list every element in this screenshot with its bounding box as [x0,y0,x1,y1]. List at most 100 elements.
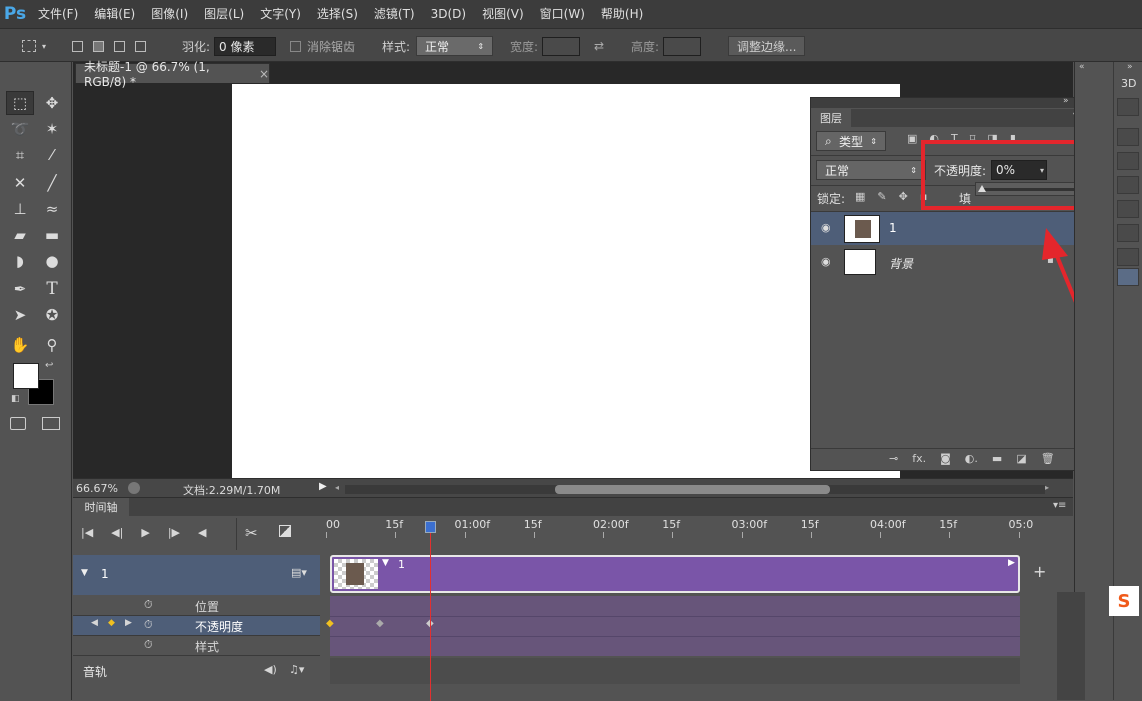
timeline-menu-icon[interactable]: ▾≡ [1053,500,1066,511]
expand-track-icon[interactable]: ▼ [81,568,88,578]
menu-window[interactable]: 窗口(W) [532,0,593,28]
subtract-selection-icon[interactable] [114,40,125,52]
type-icon[interactable]: T [38,277,66,301]
swap-colors-icon[interactable]: ↩ [45,360,53,371]
menu-file[interactable]: 文件(F) [30,0,86,28]
marquee-preset-button[interactable]: ▾ [22,29,46,63]
audio-lane[interactable] [330,658,1020,684]
dock-panel-icon[interactable] [1117,200,1139,218]
prev-frame-icon[interactable]: ◀| [111,526,123,539]
menu-3d[interactable]: 3D(D) [423,0,474,28]
menu-edit[interactable]: 编辑(E) [86,0,143,28]
menu-select[interactable]: 选择(S) [309,0,366,28]
swap-icon[interactable]: ⇄ [594,39,604,53]
property-row[interactable]: ◀ ◆ ▶ ⏱ 不透明度 [73,616,320,636]
next-keyframe-icon[interactable]: ▶ [125,618,132,628]
collapse-icon[interactable]: » [1063,96,1069,106]
blur-icon[interactable]: ◗ [6,249,34,273]
keyframe-marker[interactable]: ◆ [376,618,384,629]
dock-panel-icon[interactable] [1117,268,1139,286]
style-select[interactable]: 正常 ⇕ [416,36,494,56]
hscroll-right-icon[interactable]: ▸ [1045,483,1049,492]
split-clip-icon[interactable]: ✂ [245,524,258,542]
lasso-icon[interactable]: ➰ [6,117,34,141]
horizontal-scroll-thumb[interactable] [555,485,830,494]
clone-stamp-icon[interactable]: ⊥ [6,197,34,221]
status-info-icon[interactable] [128,482,140,494]
menu-view[interactable]: 视图(V) [474,0,532,28]
add-mask-icon[interactable]: ◙ [940,452,951,465]
add-selection-icon[interactable] [93,40,104,52]
healing-brush-icon[interactable]: ✕ [6,171,34,195]
menu-help[interactable]: 帮助(H) [593,0,651,28]
eyedropper-icon[interactable]: ⁄ [38,143,66,167]
dock-expand-icon[interactable]: « [1079,62,1085,72]
visibility-eye-icon[interactable]: ◉ [821,221,831,234]
layer-filter-select[interactable]: ⌕ 类型 ⇕ [816,131,886,151]
playhead-handle[interactable] [425,521,436,533]
next-frame-icon[interactable]: |▶ [168,526,180,539]
lock-transparent-icon[interactable]: ▦ [855,190,865,203]
menu-type[interactable]: 文字(Y) [252,0,309,28]
play-icon[interactable]: ▶ [141,526,149,539]
rect-marquee-icon[interactable]: ⬚ [6,91,34,115]
history-brush-icon[interactable]: ≈ [38,197,66,221]
hand-icon[interactable]: ✋ [6,333,34,357]
dock-panel-icon[interactable] [1117,224,1139,242]
feather-input[interactable]: 0 像素 [214,36,277,56]
document-tab[interactable]: 未标题-1 @ 66.7% (1, RGB/8) * × [75,60,270,89]
visibility-eye-icon[interactable]: ◉ [821,255,831,268]
timeline-tab[interactable]: 时间轴 [73,498,129,516]
zoom-icon[interactable]: ⚲ [38,333,66,357]
new-selection-icon[interactable] [72,40,83,52]
antialias-checkbox[interactable] [290,40,301,52]
status-menu-arrow-icon[interactable]: ▶ [319,481,327,492]
brush-icon[interactable]: ╱ [38,171,66,195]
layers-tab[interactable]: 图层 [811,109,851,127]
property-row[interactable]: ⏱ 位置 [73,596,320,616]
property-row[interactable]: ⏱ 样式 [73,636,320,656]
film-icon[interactable]: ▤▾ [291,566,307,579]
blend-mode-select[interactable]: 正常 ⇕ [816,160,926,180]
lock-position-icon[interactable]: ✥ [899,190,908,203]
music-note-icon[interactable]: ♫▾ [289,663,304,676]
3d-panel-button[interactable]: 3D [1121,77,1136,90]
layer-name[interactable]: 1 [889,221,897,235]
keyframe-marker[interactable]: ◆ [326,618,334,629]
hscroll-left-icon[interactable]: ◂ [335,483,339,492]
layer-name[interactable]: 背景 [889,255,913,272]
first-frame-icon[interactable]: |◀ [81,526,93,539]
video-clip[interactable]: ▼ 1 ▶ [330,555,1020,593]
screen-mode-icon[interactable] [42,417,60,430]
delete-layer-icon[interactable]: 🗑 [1041,452,1055,465]
zoom-level[interactable]: 66.67% [76,482,118,495]
canvas[interactable] [232,84,900,478]
shape-icon[interactable]: ✪ [38,303,66,327]
prev-keyframe-icon[interactable]: ◀ [91,618,98,628]
new-layer-icon[interactable]: ◪ [1016,452,1026,465]
dock-brush-icon[interactable] [1117,98,1139,116]
height-input[interactable] [663,36,702,56]
stopwatch-icon[interactable]: ⏱ [144,598,153,612]
path-select-icon[interactable]: ➤ [6,303,34,327]
dock-panel-icon[interactable] [1117,152,1139,170]
clip-end-icon[interactable]: ▶ [1008,558,1015,568]
pen-icon[interactable]: ✒ [6,277,34,301]
speaker-icon[interactable]: ◀) [264,663,277,676]
link-layers-icon[interactable]: ⊸ [889,452,898,465]
menu-image[interactable]: 图像(I) [143,0,196,28]
property-lanes[interactable]: ◆ ◆ ◆ [326,596,1020,656]
width-input[interactable] [542,36,581,56]
pixel-filter-icon[interactable]: ▣ [907,132,917,145]
horizontal-scrollbar[interactable] [345,485,1045,494]
default-colors-icon[interactable]: ◧ [11,394,20,404]
adjustment-layer-icon[interactable]: ◐. [965,452,978,465]
dock-panel-icon[interactable] [1117,176,1139,194]
gradient-icon[interactable]: ▬ [38,223,66,247]
lock-pixels-icon[interactable]: ✎ [877,190,886,203]
add-keyframe-icon[interactable]: ◆ [108,618,115,628]
audio-track-header[interactable]: 音轨 ◀) ♫▾ [73,658,320,684]
quick-mask-icon[interactable] [10,417,26,430]
fx-icon[interactable]: fx. [912,452,926,465]
clip-expand-icon[interactable]: ▼ [382,558,389,568]
